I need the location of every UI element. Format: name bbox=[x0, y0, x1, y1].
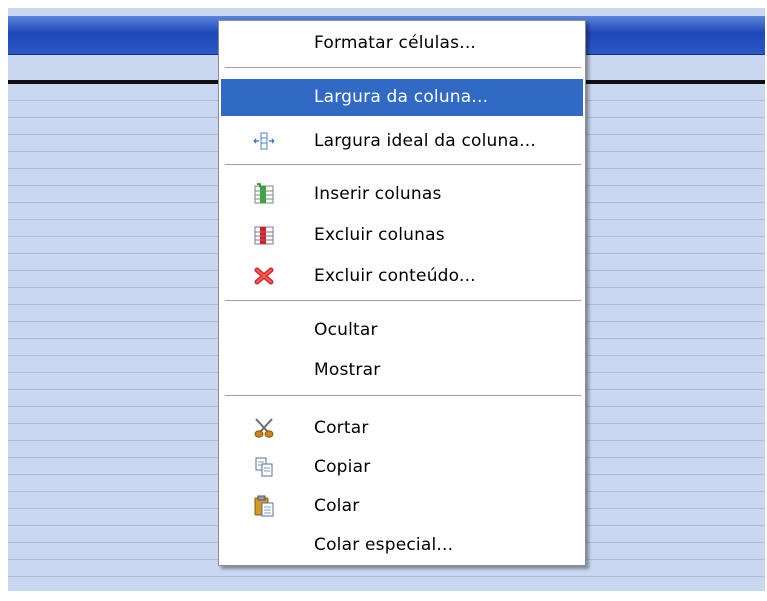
menu-item-cut[interactable]: Cortar bbox=[221, 410, 583, 447]
menu-item-label: Cortar bbox=[314, 418, 369, 438]
menu-item-optimal-column-width[interactable]: Largura ideal da coluna... bbox=[221, 123, 583, 160]
scissors-icon bbox=[253, 417, 275, 439]
menu-item-format-cells[interactable]: Formatar células... bbox=[221, 25, 583, 62]
menu-item-delete-contents[interactable]: Excluir conteúdo... bbox=[221, 258, 583, 295]
menu-item-label: Copiar bbox=[314, 457, 371, 477]
menu-item-label: Largura ideal da coluna... bbox=[314, 131, 536, 151]
menu-item-label: Excluir colunas bbox=[314, 225, 445, 245]
delete-contents-icon bbox=[253, 265, 275, 287]
menu-item-label: Mostrar bbox=[314, 360, 381, 380]
delete-columns-icon bbox=[253, 224, 275, 246]
context-menu: Formatar células... Largura da coluna...… bbox=[218, 20, 586, 566]
menu-item-show[interactable]: Mostrar bbox=[221, 352, 583, 389]
menu-separator bbox=[225, 395, 581, 397]
menu-item-paste[interactable]: Colar bbox=[221, 488, 583, 525]
copy-icon bbox=[253, 456, 275, 478]
optimal-width-icon bbox=[253, 130, 275, 152]
menu-item-label: Excluir conteúdo... bbox=[314, 266, 476, 286]
menu-separator bbox=[225, 300, 581, 302]
menu-item-label: Ocultar bbox=[314, 320, 378, 340]
paste-icon bbox=[253, 495, 275, 517]
menu-separator bbox=[225, 67, 581, 69]
menu-item-paste-special[interactable]: Colar especial... bbox=[221, 527, 583, 564]
menu-item-label: Colar bbox=[314, 496, 360, 516]
menu-item-insert-columns[interactable]: Inserir colunas bbox=[221, 176, 583, 213]
insert-columns-icon bbox=[253, 183, 275, 205]
menu-separator bbox=[225, 164, 581, 166]
menu-item-copy[interactable]: Copiar bbox=[221, 449, 583, 486]
menu-item-label: Formatar células... bbox=[314, 33, 477, 53]
menu-item-column-width[interactable]: Largura da coluna... bbox=[221, 79, 583, 116]
menu-item-hide[interactable]: Ocultar bbox=[221, 312, 583, 349]
menu-item-label: Colar especial... bbox=[314, 535, 454, 555]
menu-item-delete-columns[interactable]: Excluir colunas bbox=[221, 217, 583, 254]
menu-item-label: Inserir colunas bbox=[314, 184, 442, 204]
menu-item-label: Largura da coluna... bbox=[314, 87, 489, 107]
